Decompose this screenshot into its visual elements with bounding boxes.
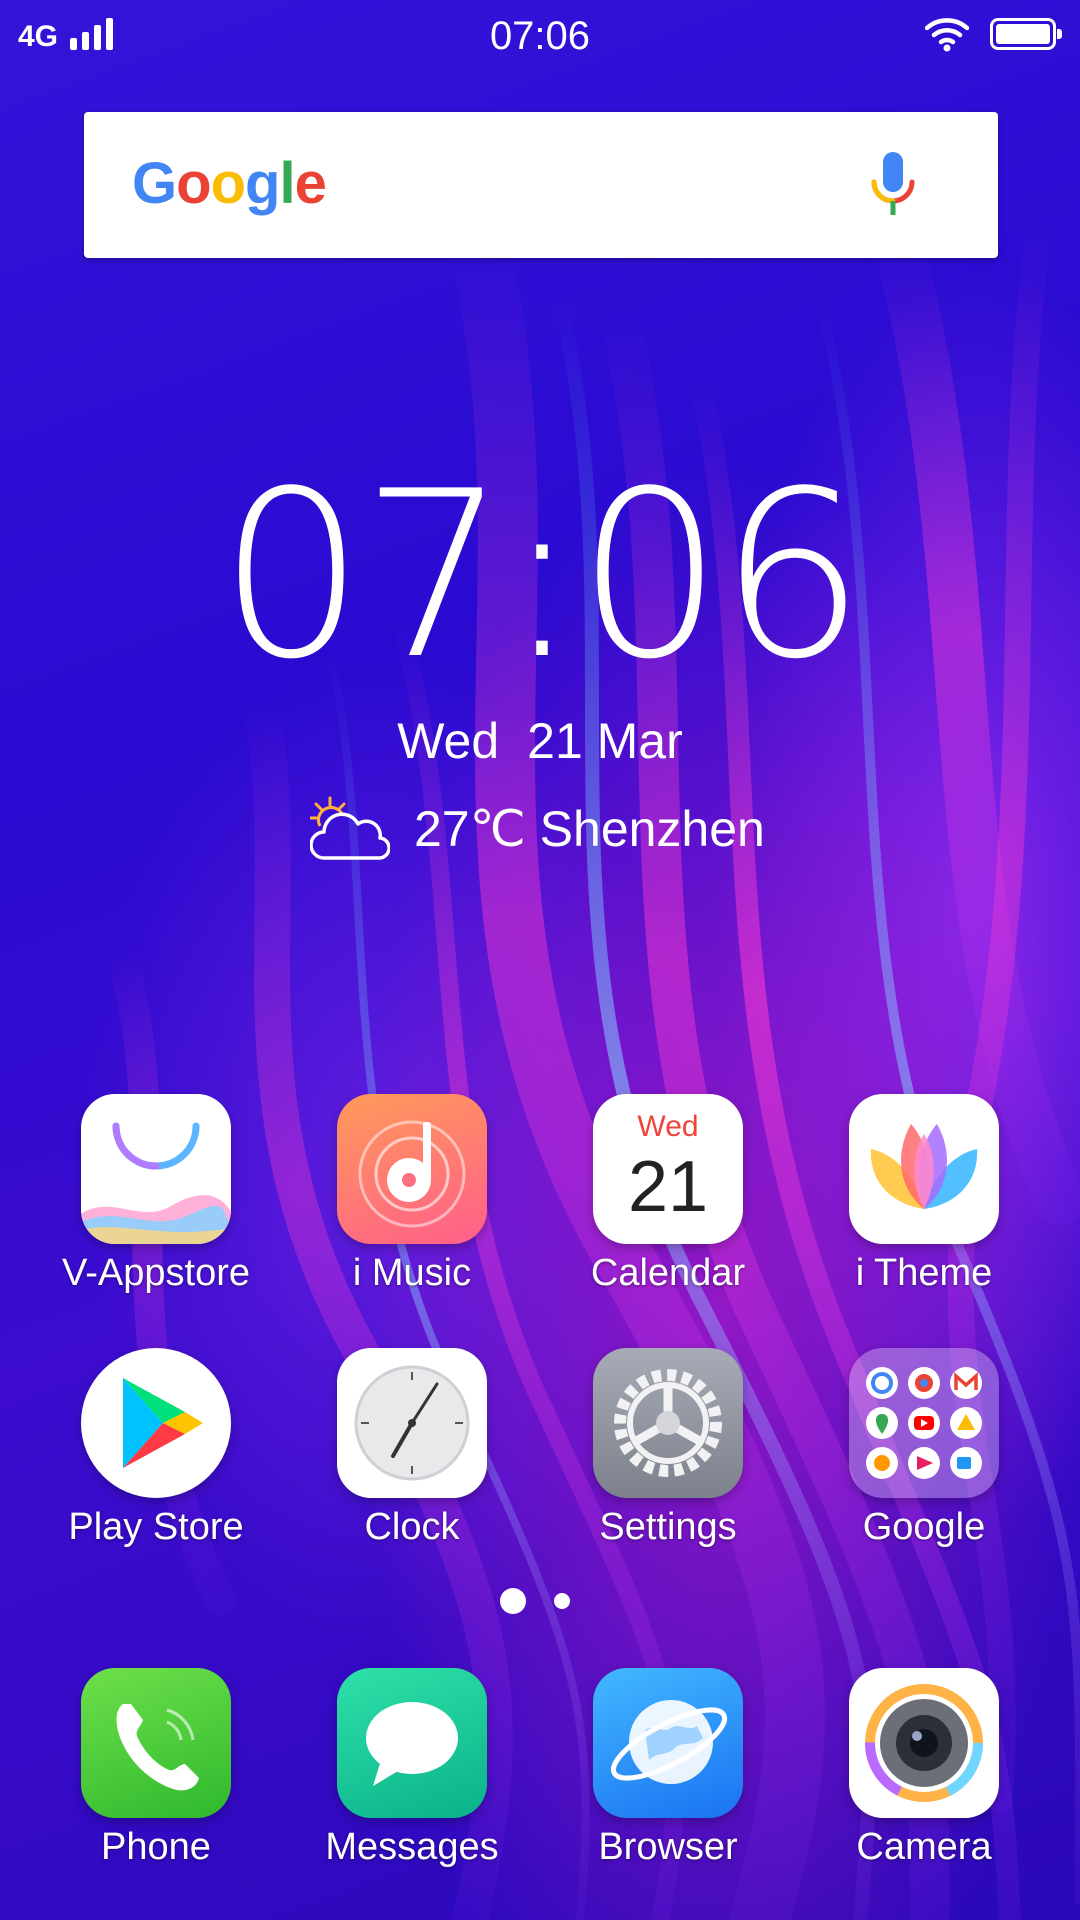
- page-dot-active[interactable]: [500, 1588, 526, 1614]
- browser-globe-icon: [593, 1668, 743, 1818]
- music-icon: [337, 1094, 487, 1244]
- app-label: i Music: [352, 1252, 472, 1294]
- camera-icon: [849, 1668, 999, 1818]
- app-messages[interactable]: Messages: [292, 1668, 532, 1888]
- app-label: Google: [862, 1506, 986, 1548]
- app-google-folder[interactable]: Google: [804, 1348, 1044, 1568]
- status-bar: 4G 07:06: [0, 0, 1080, 70]
- page-dot[interactable]: [554, 1593, 570, 1609]
- partly-cloudy-icon: [310, 796, 390, 860]
- app-calendar[interactable]: Wed 21 Calendar: [548, 1094, 788, 1314]
- settings-gear-icon: [593, 1348, 743, 1498]
- app-label: Browser: [598, 1826, 738, 1868]
- app-i-music[interactable]: i Music: [292, 1094, 532, 1314]
- wifi-icon: [925, 18, 969, 52]
- app-i-theme[interactable]: i Theme: [804, 1094, 1044, 1314]
- calendar-icon: Wed 21: [593, 1094, 743, 1244]
- app-label: Calendar: [590, 1252, 746, 1294]
- app-camera[interactable]: Camera: [804, 1668, 1044, 1888]
- status-time: 07:06: [489, 14, 591, 58]
- app-label: V-Appstore: [62, 1252, 250, 1294]
- app-label: Messages: [325, 1826, 499, 1868]
- app-clock[interactable]: Clock: [292, 1348, 532, 1568]
- microphone-icon[interactable]: [870, 152, 916, 226]
- play-store-icon: [81, 1348, 231, 1498]
- google-search-bar[interactable]: Google: [84, 112, 998, 258]
- page-indicator[interactable]: [0, 1588, 1080, 1618]
- weather-text: 27℃ Shenzhen: [414, 801, 765, 857]
- phone-icon: [81, 1668, 231, 1818]
- google-logo: Google: [132, 151, 327, 216]
- app-settings[interactable]: Settings: [548, 1348, 788, 1568]
- app-play-store[interactable]: Play Store: [36, 1348, 276, 1568]
- app-browser[interactable]: Browser: [548, 1668, 788, 1888]
- v-appstore-icon: [81, 1094, 231, 1244]
- app-label: Clock: [364, 1506, 460, 1548]
- date-text: 21 Mar: [527, 713, 683, 769]
- app-label: i Theme: [855, 1252, 993, 1294]
- app-label: Phone: [101, 1826, 211, 1868]
- wallpaper: [0, 0, 1080, 1920]
- app-label: Play Store: [68, 1506, 244, 1548]
- calendar-icon-day: 21: [627, 1147, 709, 1227]
- battery-icon: [990, 18, 1062, 50]
- clock-widget-date[interactable]: Wed 21 Mar: [0, 712, 1080, 770]
- messages-icon: [337, 1668, 487, 1818]
- app-phone[interactable]: Phone: [36, 1668, 276, 1888]
- clock-icon: [337, 1348, 487, 1498]
- calendar-icon-weekday: Wed: [637, 1110, 699, 1143]
- app-v-appstore[interactable]: V-Appstore: [36, 1094, 276, 1314]
- lotus-theme-icon: [849, 1094, 999, 1244]
- clock-widget-time[interactable]: 07:06: [0, 462, 1080, 692]
- google-folder-icon: [849, 1348, 999, 1498]
- weekday-text: Wed: [397, 713, 500, 769]
- app-label: Camera: [856, 1826, 992, 1868]
- app-label: Settings: [599, 1506, 737, 1548]
